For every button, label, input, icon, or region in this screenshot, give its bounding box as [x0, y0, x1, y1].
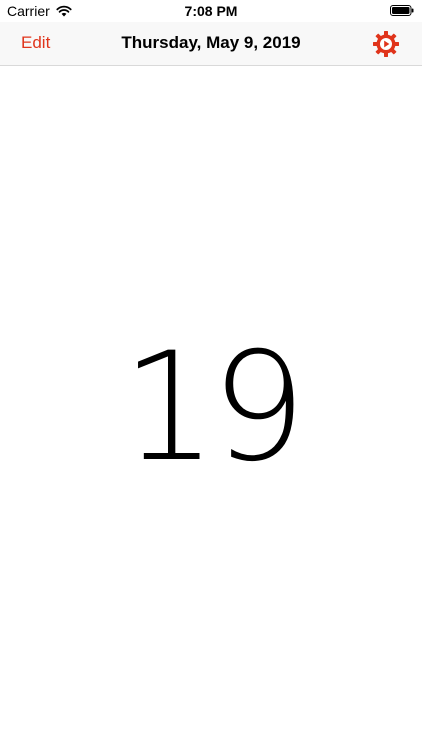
- navigation-bar: Edit Thursday, May 9, 2019: [0, 22, 422, 66]
- gear-icon[interactable]: [372, 30, 400, 58]
- battery-icon: [390, 5, 414, 16]
- status-time: 7:08 PM: [184, 3, 238, 19]
- page-title: Thursday, May 9, 2019: [121, 33, 301, 52]
- day-number: 19: [121, 321, 307, 495]
- status-bar: Carrier 7:08 PM: [0, 0, 422, 22]
